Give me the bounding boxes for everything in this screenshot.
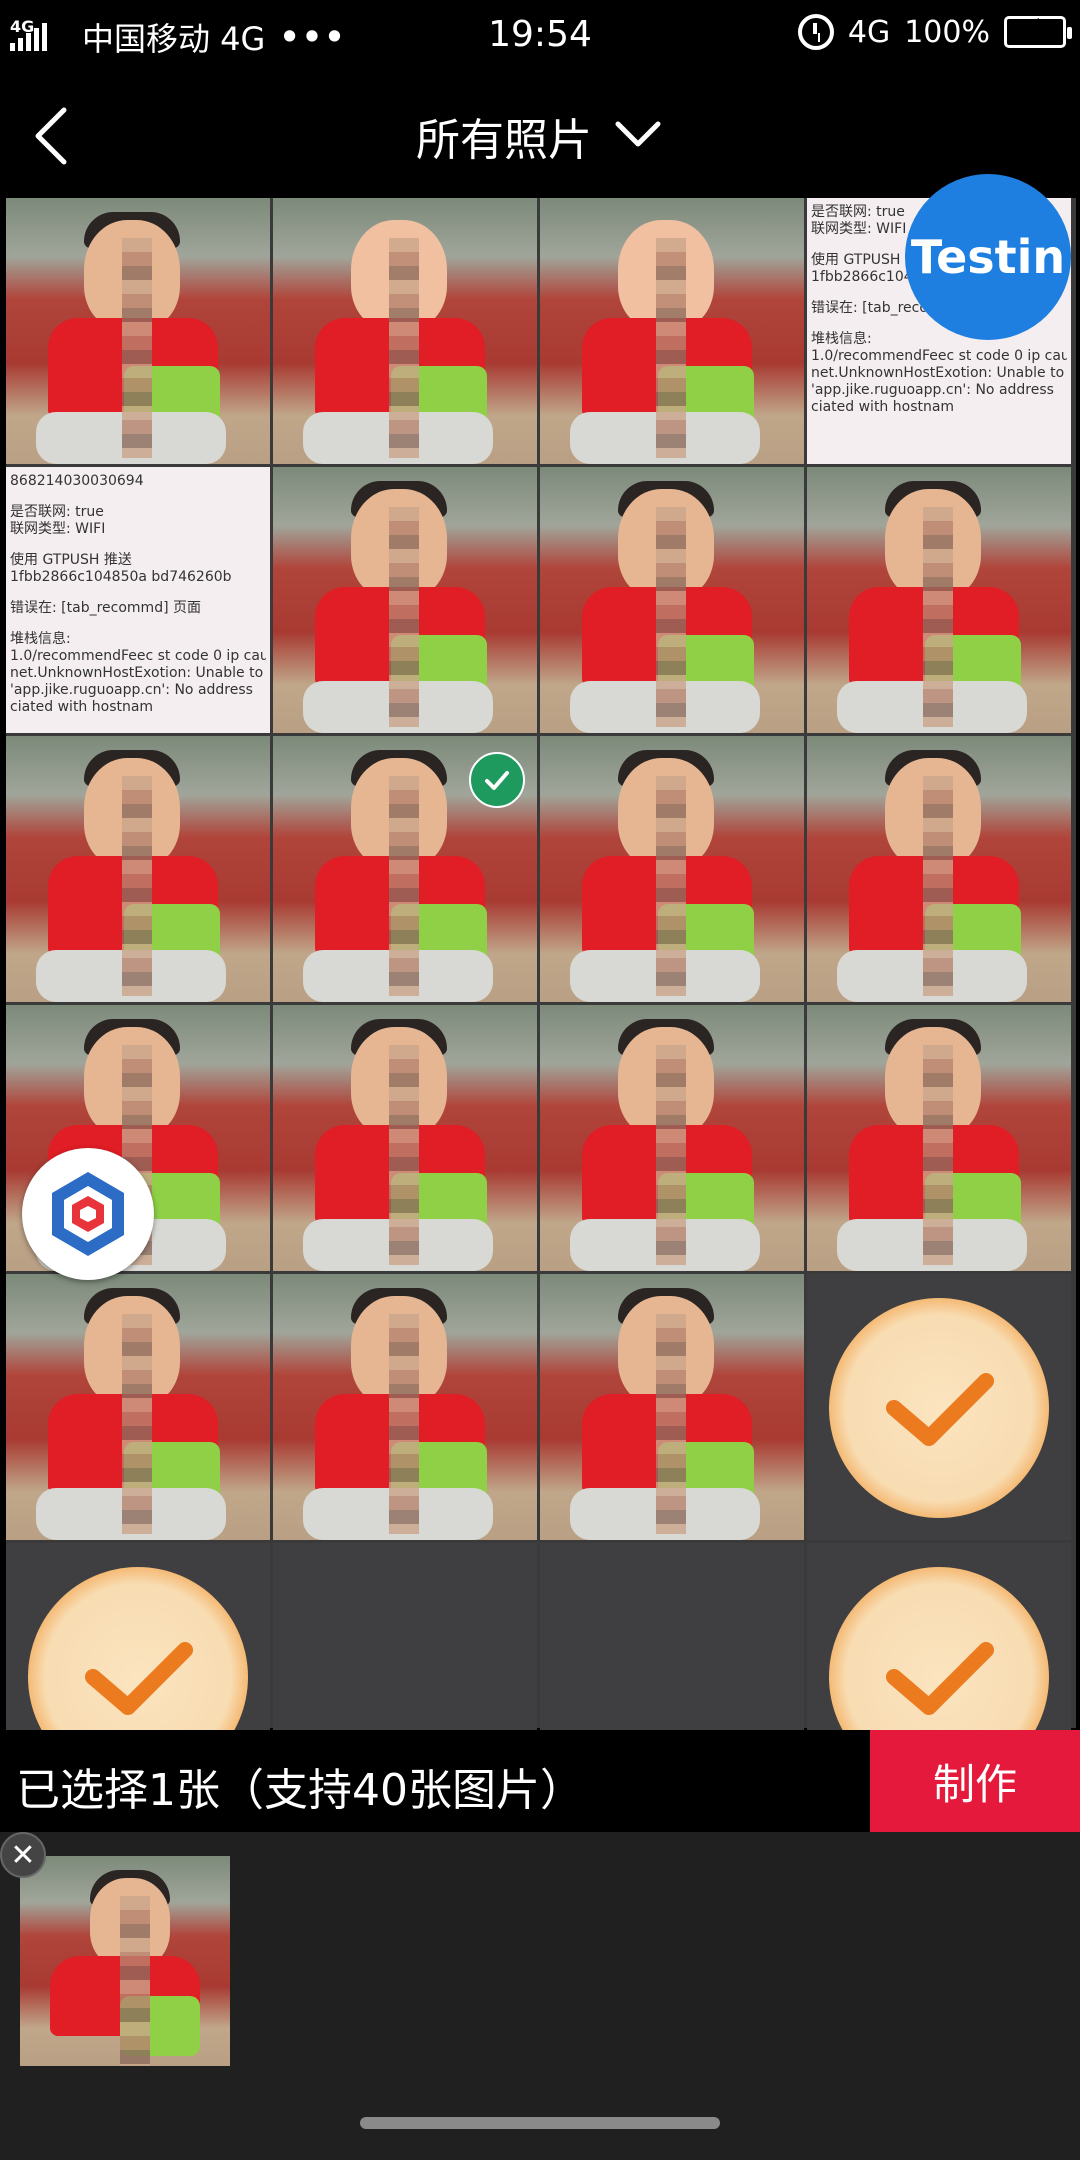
text-line: 使用 GTPUSH 推送 [10,552,132,568]
selected-tray: ✕ [0,1832,1080,2090]
photo-cell[interactable] [6,198,270,464]
photo-cell[interactable] [540,736,804,1002]
remove-thumbnail-button[interactable]: ✕ [0,1832,46,1878]
text-line: otion: Unable to reso [952,365,1067,381]
photo-cell[interactable] [807,1005,1071,1271]
photo-cell[interactable] [6,1274,270,1540]
text-line: 'app.jike.ruguoapp.c [811,382,954,398]
battery-icon [1004,16,1072,48]
text-line: 是否联网: true [10,504,104,520]
placeholder-cell[interactable] [807,1274,1071,1540]
photo-grid: 是否联网: true 联网类型: WIFI 使用 GTPUSH 推 1fbb28… [6,198,1076,1809]
text-line: n': No address [152,682,253,698]
chevron-down-icon [612,114,664,158]
make-button[interactable]: 制作 [870,1730,1080,1832]
orange-check-icon [829,1298,1049,1518]
photo-cell[interactable] [273,1005,537,1271]
photo-cell-selected[interactable] [273,736,537,1002]
page-title: 所有照片 [416,115,592,166]
text-line: 堆栈信息: [10,631,71,647]
text-line: 1fbb2866c104850a [10,569,147,585]
album-selector[interactable]: 所有照片 [0,104,1080,168]
photo-cell[interactable] [273,467,537,733]
text-line: ciated with hostnam [10,699,154,715]
text-line: 错误在: [tab_recomm [10,600,155,616]
text-line: 联网类型: WIFI [10,521,106,537]
text-line: 1.0/recommendFeec [811,348,955,364]
photo-cell[interactable] [540,1274,804,1540]
photo-cell[interactable] [273,1274,537,1540]
selection-summary: 已选择1张（支持40张图片） [16,1765,584,1816]
text-line: bd746260b [151,569,232,585]
photo-cell[interactable] [273,198,537,464]
photo-cell[interactable] [807,467,1071,733]
selected-thumbnail[interactable] [20,1856,230,2066]
close-icon: ✕ [10,1837,36,1873]
text-line: 堆栈信息: [811,331,872,347]
hexagon-logo-icon [52,1172,124,1256]
text-line: 1.0/recommendFeec [10,648,154,664]
text-line: otion: Unable to reso [151,665,266,681]
status-bar: 4G 中国移动 4G ••• 19:54 4G 100% [0,0,1080,76]
home-indicator[interactable] [360,2117,720,2129]
text-line: st code 0 ip cause [958,348,1067,364]
photo-cell[interactable] [540,1005,804,1271]
network-label: 4G [847,14,891,50]
text-line: net.UnknownHostEx [10,665,151,681]
status-right: 4G 100% [797,14,1072,50]
photo-cell[interactable] [6,736,270,1002]
make-button-label: 制作 [932,1759,1017,1809]
text-line: ciated with hostnam [811,399,955,415]
text-line: 868214030030694 [10,473,144,489]
text-line: 'app.jike.ruguoapp.c [10,682,153,698]
title-bar: 所有照片 [0,76,1080,196]
navigation-area [0,2090,1080,2160]
text-line: st code 0 ip cause [157,648,266,664]
photo-cell[interactable] [540,467,804,733]
text-line: net.UnknownHostEx [811,365,952,381]
floating-assistant-button[interactable] [22,1148,154,1280]
text-line: d] 页面 [154,600,201,616]
photo-cell[interactable] [540,198,804,464]
selection-bar: 已选择1张（支持40张图片） 制作 [0,1730,1080,1832]
selected-check-icon[interactable] [469,752,525,808]
alarm-icon [797,14,834,50]
photo-cell[interactable] [807,736,1071,1002]
testin-label: Testin [910,230,1066,284]
testin-floating-button[interactable]: Testin [905,174,1071,340]
screenshot-cell[interactable]: 868214030030694 是否联网: true 联网类型: WIFI 使用… [6,467,270,733]
battery-percent: 100% [904,14,990,50]
text-line: n': No address [953,382,1054,398]
